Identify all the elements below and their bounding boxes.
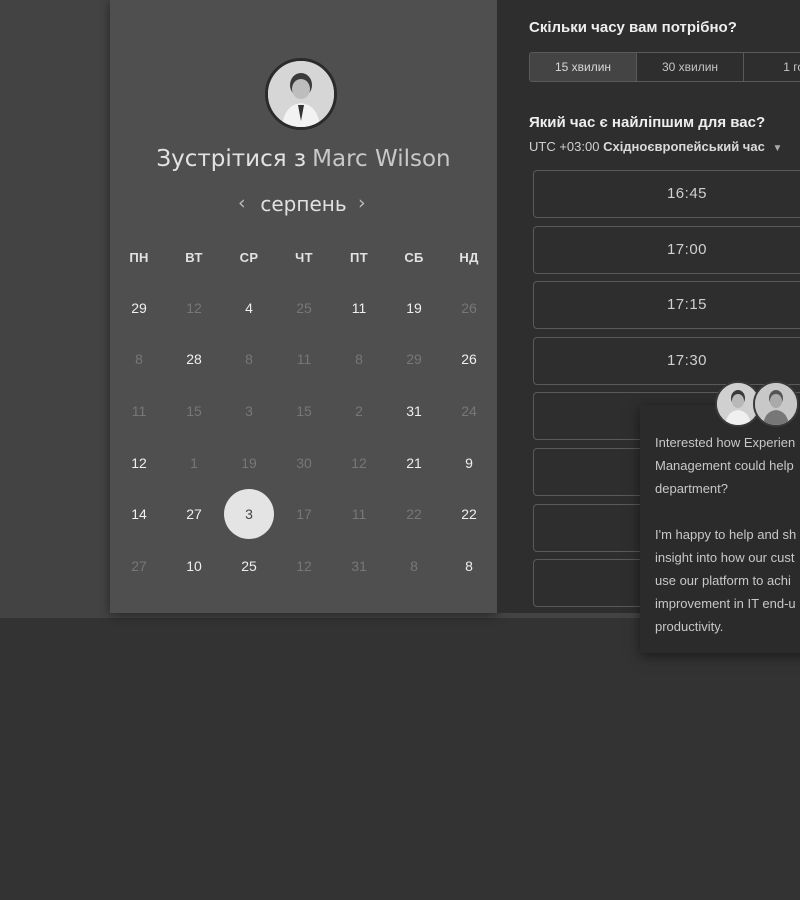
time-slot-label: 16:45 <box>666 185 708 202</box>
calendar-day: 15 <box>186 403 202 419</box>
calendar-day: 8 <box>245 351 253 367</box>
calendar-day[interactable]: 31 <box>389 386 439 436</box>
chat-line: insight into how our cust <box>655 550 795 565</box>
calendar-day: 11 <box>351 506 367 522</box>
calendar-day: 19 <box>241 455 257 471</box>
time-slot-label: 17:15 <box>666 296 708 314</box>
calendar-day: 17 <box>296 506 312 522</box>
calendar-day[interactable]: 26 <box>444 334 494 384</box>
calendar-day: 30 <box>296 455 312 471</box>
calendar-day: 12 <box>186 300 202 316</box>
calendar-day[interactable]: 19 <box>389 283 439 333</box>
calendar-day: 27 <box>131 558 147 574</box>
time-slot-button[interactable]: 17:30 <box>533 336 800 385</box>
calendar-day: 2 <box>355 403 363 419</box>
calendar-day[interactable]: 27 <box>169 489 219 539</box>
calendar-day: 31 <box>351 558 367 574</box>
caret-down-icon: ▼ <box>772 143 783 154</box>
weekday-label: ЧТ <box>295 250 313 265</box>
calendar-day[interactable]: 12 <box>114 438 164 488</box>
timezone-offset: UTC +03:00 <box>529 139 600 154</box>
calendar-day-selected[interactable]: 3 <box>224 489 274 539</box>
weekday-label: ПТ <box>350 250 368 265</box>
time-slot-button[interactable]: 17:15 <box>533 281 800 330</box>
meeting-title: Зустрітися з Marc Wilson <box>110 146 497 172</box>
chat-line: department? <box>655 481 728 496</box>
calendar-day: 11 <box>296 351 312 367</box>
calendar-day[interactable]: 11 <box>334 283 384 333</box>
calendar-day: 25 <box>296 300 312 316</box>
duration-option-30[interactable]: 30 хвилин <box>637 53 744 81</box>
duration-selector: 15 хвилин 30 хвилин 1 год <box>529 52 800 82</box>
calendar-day: 22 <box>406 506 422 522</box>
weekday-label: СБ <box>404 250 424 265</box>
calendar-day: 26 <box>461 300 477 316</box>
weekday-label: ПН <box>129 250 149 265</box>
agent-avatar-2 <box>753 381 799 427</box>
calendar-day[interactable]: 28 <box>169 334 219 384</box>
calendar-day: 3 <box>245 403 253 419</box>
month-label: серпень <box>260 192 347 216</box>
weekday-label: СР <box>239 250 259 265</box>
calendar-day: 1 <box>190 455 198 471</box>
timezone-name: Східноєвропейський час <box>603 139 765 154</box>
chat-line: use our platform to achi <box>655 573 791 588</box>
calendar-day[interactable]: 8 <box>444 541 494 591</box>
chat-line: I'm happy to help and sh <box>655 527 797 542</box>
time-slot-button[interactable]: 16:45 <box>533 170 800 218</box>
meeting-title-prefix: Зустрітися з <box>156 146 307 172</box>
chat-line: Interested how Experien <box>655 435 796 450</box>
timezone-selector[interactable]: UTC +03:00 Східноєвропейський час ▼ <box>529 139 782 154</box>
calendar-day: 15 <box>296 403 312 419</box>
chat-line <box>655 500 800 523</box>
calendar-day: 12 <box>296 558 312 574</box>
calendar-day[interactable]: 9 <box>444 438 494 488</box>
duration-heading: Скільки часу вам потрібно? <box>529 19 737 36</box>
calendar-day: 12 <box>351 455 367 471</box>
calendar-day[interactable]: 25 <box>224 541 274 591</box>
calendar-day[interactable]: 29 <box>114 283 164 333</box>
duration-option-15[interactable]: 15 хвилин <box>530 53 637 81</box>
time-heading: Який час є найліпшим для вас? <box>529 114 766 131</box>
calendar-day: 8 <box>355 351 363 367</box>
calendar-day: 11 <box>131 403 147 419</box>
time-slot-label: 17:30 <box>666 351 708 369</box>
weekday-label: НД <box>459 250 479 265</box>
duration-option-60[interactable]: 1 год <box>744 53 800 81</box>
calendar-day[interactable]: 21 <box>389 438 439 488</box>
calendar-day: 8 <box>410 558 418 574</box>
calendar-day: 24 <box>461 403 477 419</box>
calendar-day[interactable]: 4 <box>224 283 274 333</box>
chat-line: improvement in IT end-u <box>655 596 796 611</box>
calendar-day[interactable]: 14 <box>114 489 164 539</box>
time-slot-label: 17:00 <box>666 240 708 258</box>
month-navigation: ‹ серпень › <box>110 190 497 220</box>
chat-line: Management could help <box>655 458 794 473</box>
chevron-right-icon[interactable]: › <box>358 192 366 214</box>
chat-message: Interested how Experien Management could … <box>655 431 800 638</box>
time-slot-button[interactable]: 17:00 <box>533 225 800 274</box>
chat-line: productivity. <box>655 619 724 634</box>
calendar-day: 8 <box>135 351 143 367</box>
host-avatar <box>265 58 337 130</box>
host-name: Marc Wilson <box>312 146 451 172</box>
calendar-day: 29 <box>406 351 422 367</box>
calendar-day[interactable]: 10 <box>169 541 219 591</box>
calendar-day[interactable]: 22 <box>444 489 494 539</box>
weekday-label: ВТ <box>185 250 203 265</box>
